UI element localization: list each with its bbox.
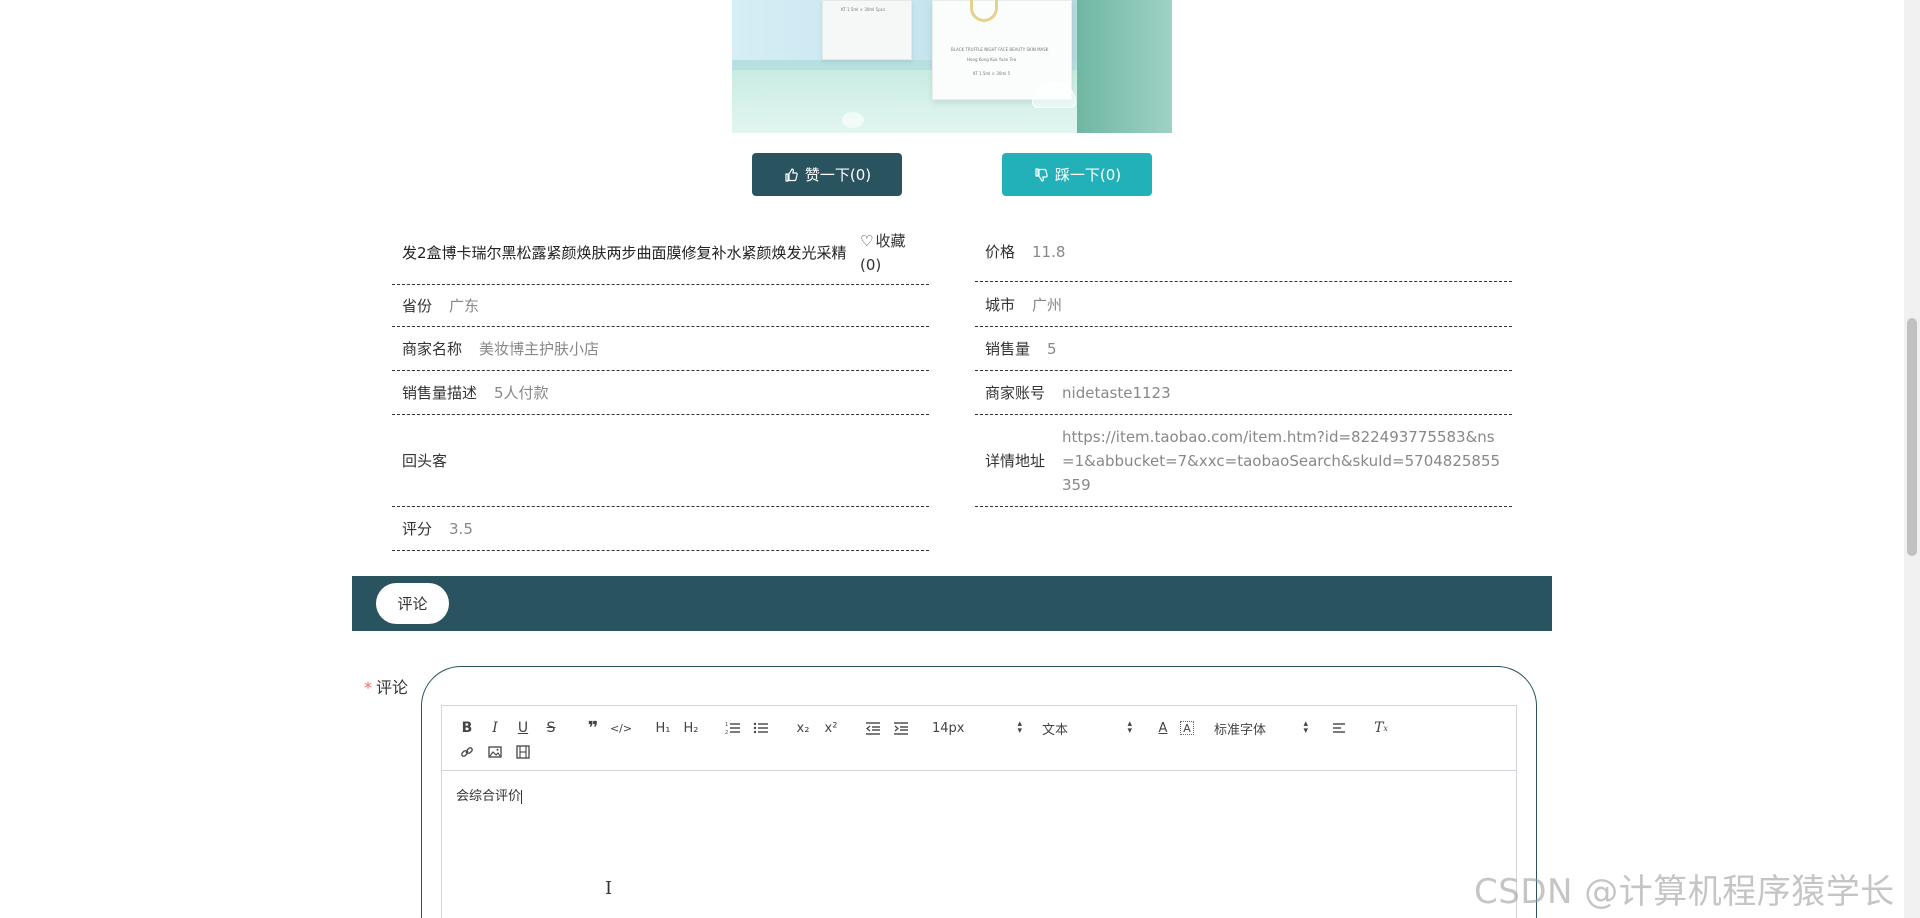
mouse-ibeam-cursor-icon: I — [605, 878, 613, 899]
favorite-count: (0) — [860, 256, 882, 274]
rating-label: 评分 — [402, 520, 433, 538]
shop-name-value: 美妆博主护肤小店 — [479, 340, 600, 358]
clear-format-icon[interactable]: Tx — [1370, 718, 1392, 738]
detail-url-value[interactable]: https://item.taobao.com/item.htm?id=8224… — [1062, 425, 1502, 497]
text-caret — [521, 789, 523, 804]
like-button[interactable]: 赞一下(0) — [752, 153, 902, 196]
dislike-button[interactable]: 踩一下(0) — [1002, 153, 1152, 196]
editor-content-text: 会综合评价 — [456, 789, 522, 804]
merchant-account-value: nidetaste1123 — [1062, 383, 1171, 402]
sales-value: 5 — [1047, 339, 1057, 358]
svg-text:1: 1 — [725, 722, 728, 728]
box-caption: KT 1.5ml × 30ml 5pcs — [841, 7, 886, 12]
detail-url-label: 详情地址 — [985, 452, 1046, 470]
code-block-icon[interactable]: </> — [610, 718, 632, 738]
price-row: 价格 11.8 — [975, 222, 1512, 282]
product-title-row: 发2盒博卡瑞尔黑松露紧颜焕肤两步曲面膜修复补水紧颜焕发光采精 ♡ 收藏 (0) — [392, 222, 929, 285]
scrollbar-thumb[interactable] — [1907, 318, 1917, 556]
editor-toolbar: B I U S ❞ </> H₁ H₂ 12 x₂ x² 14px ▴ ▾ 文本… — [442, 706, 1516, 771]
water-bubble — [842, 112, 864, 128]
sales-label: 销售量 — [985, 340, 1031, 358]
comment-tab-bar: 评论 — [352, 576, 1552, 631]
heart-icon: ♡ — [860, 232, 874, 250]
italic-icon[interactable]: I — [484, 718, 506, 738]
image-side-panel — [1077, 0, 1172, 133]
ordered-list-icon[interactable]: 12 — [722, 718, 744, 738]
font-size-select[interactable]: 14px ▴ ▾ — [932, 719, 1022, 736]
product-title: 发2盒博卡瑞尔黑松露紧颜焕肤两步曲面膜修复补水紧颜焕发光采精 — [402, 244, 847, 262]
comment-label-text: 评论 — [376, 678, 409, 697]
sales-desc-value: 5人付款 — [494, 384, 549, 402]
font-size-value: 14px — [932, 720, 965, 736]
video-icon[interactable] — [512, 742, 534, 762]
svg-text:2: 2 — [725, 730, 728, 735]
province-value: 广东 — [449, 297, 480, 315]
required-mark: * — [364, 678, 372, 697]
subscript-icon[interactable]: x₂ — [792, 718, 814, 738]
page: KT 1.5ml × 30ml 5pcs BLACK TRUFFLE NIGHT… — [0, 0, 1920, 918]
select-arrows-icon: ▴ ▾ — [1303, 719, 1308, 736]
thumbs-up-icon — [785, 167, 798, 182]
font-color-icon[interactable]: A — [1152, 718, 1174, 738]
rating-row: 评分 3.5 — [392, 507, 929, 551]
merchant-account-row: 商家账号 nidetaste1123 — [975, 371, 1512, 415]
strikethrough-icon[interactable]: S — [540, 718, 562, 738]
tab-comments[interactable]: 评论 — [376, 583, 449, 624]
detail-url-row: 详情地址 https://item.taobao.com/item.htm?id… — [975, 415, 1512, 507]
merchant-account-label: 商家账号 — [985, 384, 1046, 402]
align-icon[interactable] — [1328, 718, 1350, 738]
page-scrollbar[interactable] — [1904, 0, 1920, 918]
repeat-customer-label: 回头客 — [402, 452, 448, 470]
package-subcaption: Hong Kong Kuo Yuan Tea — [967, 57, 1017, 62]
blockquote-icon[interactable]: ❞ — [582, 718, 604, 739]
dislike-label: 踩一下(0) — [1054, 166, 1122, 184]
font-family-select[interactable]: 标准字体 ▴ ▾ — [1214, 719, 1308, 738]
package-caption: BLACK TRUFFLE NIGHT FACE BEAUTY SKIN MAS… — [951, 47, 1049, 52]
select-arrows-icon: ▴ ▾ — [1017, 719, 1022, 736]
heading-2-icon[interactable]: H₂ — [680, 718, 702, 738]
sales-desc-label: 销售量描述 — [402, 384, 478, 402]
editor-content-area[interactable]: 会综合评价 I — [442, 771, 1516, 918]
image-icon[interactable] — [484, 742, 506, 762]
thumbs-down-icon — [1035, 167, 1048, 182]
sales-desc-row: 销售量描述 5人付款 — [392, 371, 929, 415]
sales-row: 销售量 5 — [975, 327, 1512, 371]
comment-form-label: * 评论 — [364, 674, 408, 698]
indent-icon[interactable] — [890, 718, 912, 738]
bold-icon[interactable]: B — [456, 718, 478, 738]
like-label: 赞一下(0) — [804, 166, 872, 184]
superscript-icon[interactable]: x² — [820, 718, 842, 738]
city-label: 城市 — [985, 295, 1016, 314]
favorite-button[interactable]: ♡ 收藏 (0) — [860, 229, 905, 277]
font-family-value: 标准字体 — [1214, 722, 1267, 738]
select-arrows-icon: ▴ ▾ — [1127, 719, 1132, 736]
background-color-icon[interactable]: A — [1180, 721, 1194, 735]
province-row: 省份 广东 — [392, 285, 929, 327]
rich-text-editor: B I U S ❞ </> H₁ H₂ 12 x₂ x² 14px ▴ ▾ 文本… — [441, 705, 1517, 918]
package-spec: KT 1.5ml × 30ml 5 — [973, 71, 1011, 76]
block-type-select[interactable]: 文本 ▴ ▾ — [1042, 719, 1132, 738]
province-label: 省份 — [402, 297, 433, 315]
outdent-icon[interactable] — [862, 718, 884, 738]
watermark: CSDN @计算机程序猿学长 — [1474, 872, 1895, 912]
rating-value: 3.5 — [449, 519, 473, 538]
link-icon[interactable] — [456, 742, 478, 762]
product-box: KT 1.5ml × 30ml 5pcs — [822, 0, 912, 60]
repeat-customer-row: 回头客 — [392, 415, 929, 507]
city-value: 广州 — [1032, 295, 1063, 314]
heading-1-icon[interactable]: H₁ — [652, 718, 674, 738]
price-label: 价格 — [985, 243, 1016, 261]
price-value: 11.8 — [1032, 242, 1066, 261]
product-image: KT 1.5ml × 30ml 5pcs BLACK TRUFFLE NIGHT… — [732, 0, 1172, 133]
shop-name-row: 商家名称 美妆博主护肤小店 — [392, 327, 929, 371]
block-type-value: 文本 — [1042, 722, 1069, 738]
shop-name-label: 商家名称 — [402, 340, 463, 358]
favorite-label: 收藏 — [875, 232, 906, 250]
underline-icon[interactable]: U — [512, 718, 534, 738]
city-row: 城市 广州 — [975, 282, 1512, 327]
bullet-list-icon[interactable] — [750, 718, 772, 738]
